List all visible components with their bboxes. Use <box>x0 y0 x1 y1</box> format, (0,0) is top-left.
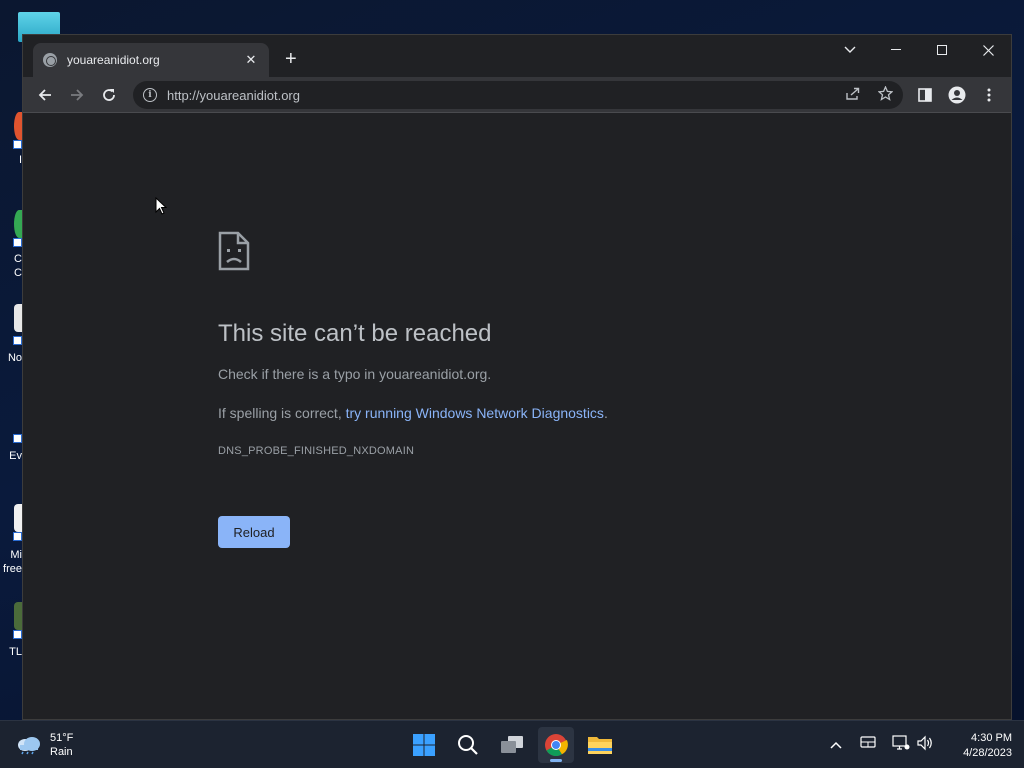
diagnostics-prefix: If spelling is correct, <box>218 405 346 421</box>
volume-icon <box>917 735 932 751</box>
task-view-button[interactable] <box>494 727 530 763</box>
profile-button[interactable] <box>945 83 969 107</box>
weather-widget[interactable]: 51°F Rain <box>16 731 73 759</box>
tab-strip: youareanidiot.org ✕ + <box>23 35 1011 77</box>
address-bar[interactable]: i http://youareanidiot.org <box>133 81 903 109</box>
profile-icon <box>948 86 966 104</box>
network-tray-button[interactable] <box>892 735 910 754</box>
chrome-menu-button[interactable] <box>977 83 1001 107</box>
share-icon[interactable] <box>845 87 860 104</box>
desktop-icon-5[interactable]: Mi free <box>0 504 24 580</box>
toolbar: i http://youareanidiot.org <box>23 77 1011 113</box>
file-explorer-icon <box>588 737 612 754</box>
weather-icon <box>18 737 40 755</box>
desktop-icon-3[interactable]: No <box>0 304 24 366</box>
task-view-icon <box>501 736 523 753</box>
diagnostics-suffix: . <box>603 405 608 421</box>
desktop-icon-2[interactable]: C C <box>0 210 24 285</box>
desktop-icon-6-label: TL <box>9 646 22 658</box>
desktop-icon-3-label: No <box>7 352 22 364</box>
chrome-taskbar-button[interactable] <box>538 727 574 763</box>
start-button[interactable] <box>406 727 442 763</box>
taskbar: 51°F Rain 4:30 PM 4/28/2023 <box>0 720 1024 768</box>
error-title: This site can’t be reached <box>218 320 492 347</box>
windows-start-icon <box>413 734 435 756</box>
error-page: This site can’t be reached Check if ther… <box>23 114 1011 719</box>
desktop-icon-1[interactable]: I <box>0 112 24 172</box>
forward-icon <box>71 89 84 101</box>
file-explorer-button[interactable] <box>582 727 618 763</box>
sad-document-icon <box>218 231 250 271</box>
side-panel-icon <box>918 88 932 102</box>
new-tab-button[interactable]: + <box>285 49 297 69</box>
volume-tray-button[interactable] <box>916 735 934 754</box>
close-icon <box>982 44 994 56</box>
error-suggestion-diagnostics: If spelling is correct, try running Wind… <box>218 405 608 421</box>
weather-temp: 51°F <box>50 732 74 744</box>
maximize-button[interactable] <box>919 35 965 65</box>
desktop-icon-4[interactable]: Ev <box>0 432 22 468</box>
side-panel-button[interactable] <box>913 83 937 107</box>
network-icon <box>892 735 910 750</box>
back-icon <box>38 89 51 101</box>
reload-button[interactable] <box>97 83 121 107</box>
reload-icon <box>103 89 115 101</box>
show-hidden-icons-button[interactable] <box>820 727 852 763</box>
maximize-icon <box>937 45 947 55</box>
keyboard-icon <box>860 736 876 748</box>
close-window-button[interactable] <box>965 35 1011 65</box>
caret-up-icon <box>830 741 842 749</box>
chevron-down-icon <box>844 46 856 53</box>
reload-page-button[interactable]: Reload <box>218 516 290 548</box>
forward-button[interactable] <box>65 83 89 107</box>
minimize-icon <box>891 49 901 50</box>
error-code: DNS_PROBE_FINISHED_NXDOMAIN <box>218 445 415 457</box>
desktop-icon-4-label: Ev <box>9 450 22 462</box>
taskbar-search-button[interactable] <box>450 727 486 763</box>
desktop-icon-5-label: Mi free <box>3 549 22 575</box>
minimize-button[interactable] <box>873 35 919 65</box>
star-icon[interactable] <box>877 85 894 104</box>
desktop-icon-2-label: C C <box>14 253 22 279</box>
search-icon <box>458 735 478 755</box>
clock[interactable]: 4:30 PM 4/28/2023 <box>940 731 1012 761</box>
error-suggestion-typo: Check if there is a typo in youareanidio… <box>218 366 492 382</box>
info-icon[interactable]: i <box>143 88 157 102</box>
diagnostics-link[interactable]: try running Windows Network Diagnostics <box>346 405 604 421</box>
desktop-icon-1-label: I <box>18 154 22 166</box>
menu-icon <box>987 88 991 102</box>
tab-search-button[interactable] <box>827 35 873 65</box>
plus-icon: + <box>285 48 297 70</box>
back-button[interactable] <box>33 83 57 107</box>
clock-date: 4/28/2023 <box>963 747 1012 759</box>
url-text[interactable]: http://youareanidiot.org <box>167 88 827 103</box>
tab-active[interactable]: youareanidiot.org ✕ <box>33 43 269 77</box>
close-icon[interactable]: ✕ <box>243 52 259 68</box>
browser-window: youareanidiot.org ✕ + i http://youareani… <box>22 34 1012 720</box>
chrome-icon <box>545 734 568 757</box>
globe-icon <box>43 53 57 67</box>
tab-title: youareanidiot.org <box>67 53 160 67</box>
weather-desc: Rain <box>50 746 73 758</box>
desktop-icon-6[interactable]: TL <box>0 602 24 662</box>
clock-time: 4:30 PM <box>971 732 1012 744</box>
keyboard-tray-button[interactable] <box>860 735 876 752</box>
cursor-icon <box>155 197 167 215</box>
